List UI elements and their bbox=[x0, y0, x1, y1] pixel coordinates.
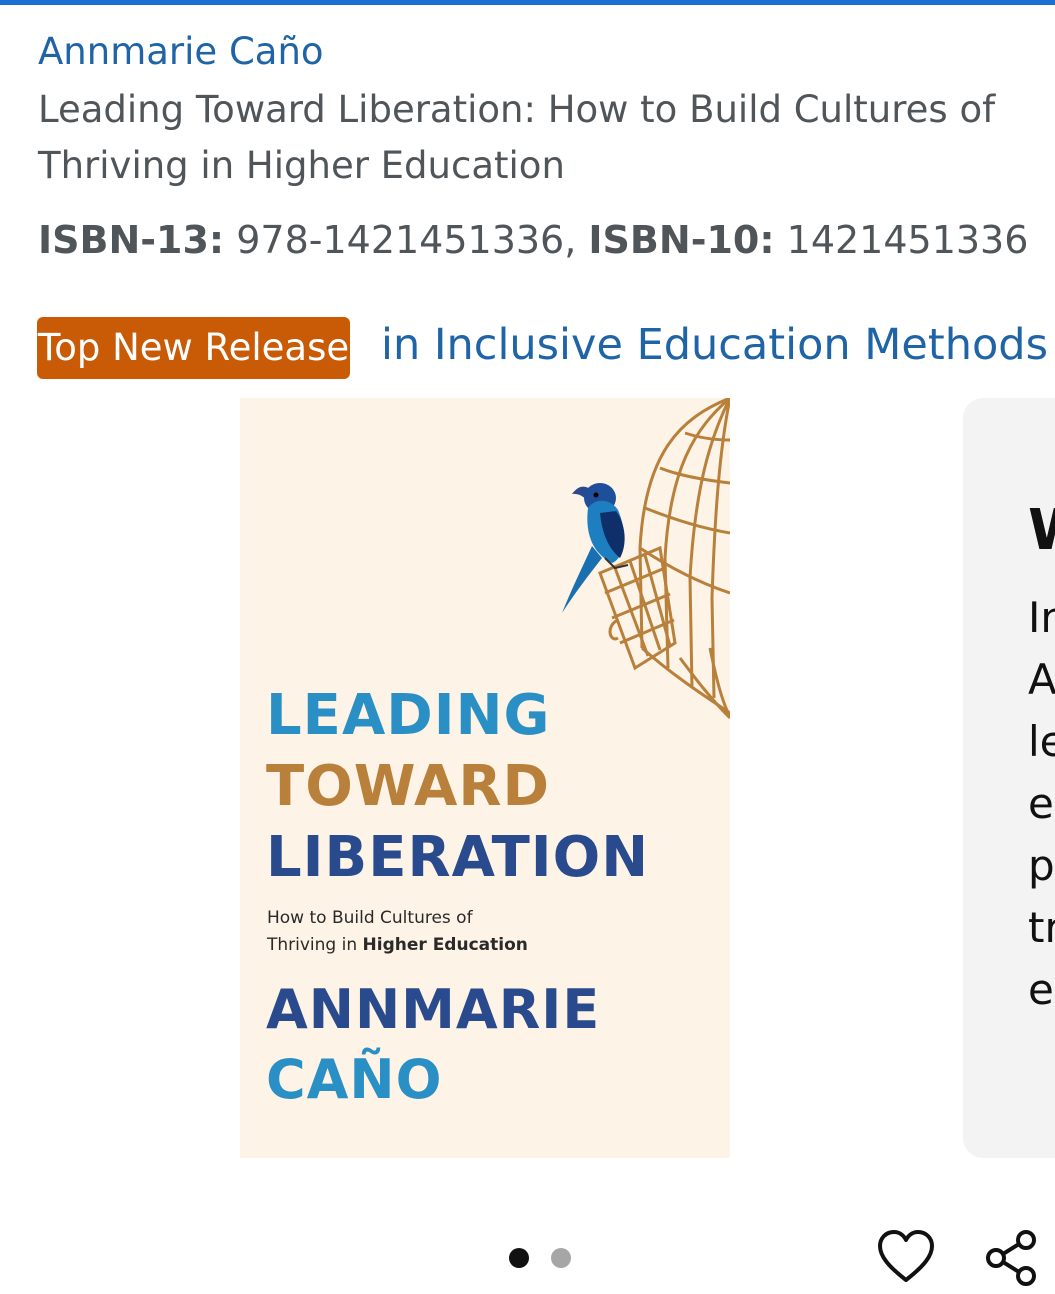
product-page: Annmarie Caño Leading Toward Liberation:… bbox=[0, 0, 1055, 1294]
side-card-line: le bbox=[1028, 717, 1055, 766]
carousel-dot[interactable] bbox=[551, 1248, 571, 1268]
isbn10-label: ISBN-10: bbox=[588, 218, 775, 262]
carousel-dot-active[interactable] bbox=[509, 1248, 529, 1268]
isbn13-label: ISBN-13: bbox=[38, 218, 225, 262]
bird-figure bbox=[562, 483, 629, 613]
share-icon bbox=[986, 1230, 1036, 1286]
book-title: Leading Toward Liberation: How to Build … bbox=[38, 88, 996, 187]
isbn-info: ISBN-13: 978-1421451336, ISBN-10: 142145… bbox=[38, 218, 1028, 262]
side-card-line: p bbox=[1028, 841, 1055, 890]
cover-title-line3: LIBERATION bbox=[266, 825, 650, 890]
cover-subtitle-line2: Thriving in Higher Education bbox=[267, 935, 528, 955]
cover-subtitle-line1: How to Build Cultures of bbox=[267, 908, 473, 928]
top-new-release-badge[interactable]: Top New Release bbox=[37, 317, 350, 379]
author-link[interactable]: Annmarie Caño bbox=[38, 30, 324, 73]
cover-subtitle-plain: Thriving in bbox=[267, 935, 358, 955]
heart-icon bbox=[878, 1230, 934, 1282]
share-button[interactable] bbox=[982, 1228, 1042, 1288]
side-card-line: er bbox=[1028, 779, 1055, 828]
side-card-line: In bbox=[1028, 593, 1055, 642]
isbn-separator: , bbox=[564, 218, 577, 262]
isbn13-value: 978-1421451336 bbox=[236, 218, 565, 262]
side-card-line: tr bbox=[1028, 903, 1055, 952]
side-card-line: A bbox=[1028, 655, 1055, 704]
cover-title-line2: TOWARD bbox=[266, 754, 551, 819]
side-card-line: ec bbox=[1028, 965, 1055, 1014]
cover-subtitle-bold: Higher Education bbox=[362, 935, 528, 955]
wishlist-button[interactable] bbox=[876, 1228, 936, 1288]
top-accent-bar bbox=[0, 0, 1055, 5]
book-cover-image[interactable]: LEADING TOWARD LIBERATION How to Build C… bbox=[240, 398, 730, 1158]
cover-author-line1: ANNMARIE bbox=[266, 978, 601, 1041]
description-card-peek[interactable]: W In A le er p tr ec bbox=[963, 398, 1055, 1158]
cover-title-line1: LEADING bbox=[266, 683, 551, 748]
side-card-heading: W bbox=[1028, 498, 1055, 563]
cover-author-line2: CAÑO bbox=[266, 1048, 443, 1111]
badge-category-link[interactable]: in Inclusive Education Methods bbox=[381, 320, 1048, 370]
isbn10-value: 1421451336 bbox=[786, 218, 1029, 262]
